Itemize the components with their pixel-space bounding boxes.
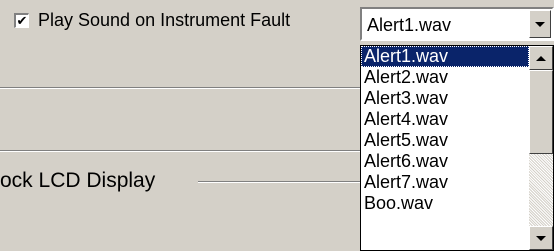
checkmark-icon: ✔ — [16, 13, 28, 28]
dropdown-option[interactable]: Alert5.wav — [361, 130, 529, 151]
scroll-up-arrow-icon — [536, 55, 546, 61]
sound-file-dropdown-list[interactable]: Alert1.wav Alert2.wav Alert3.wav Alert4.… — [360, 45, 554, 251]
separator-line — [0, 87, 360, 89]
dropdown-option[interactable]: Alert7.wav — [361, 172, 529, 193]
scrollbar-thumb[interactable] — [529, 70, 553, 154]
combobox-dropdown-button[interactable] — [529, 10, 551, 38]
scroll-up-button[interactable] — [529, 46, 553, 70]
dropdown-option[interactable]: Alert2.wav — [361, 67, 529, 88]
play-sound-checkbox[interactable]: ✔ — [14, 12, 29, 28]
dropdown-scrollbar[interactable] — [529, 46, 553, 250]
dropdown-options: Alert1.wav Alert2.wav Alert3.wav Alert4.… — [361, 46, 529, 214]
scroll-down-arrow-icon — [536, 235, 546, 241]
play-sound-checkbox-row[interactable]: ✔ Play Sound on Instrument Fault — [14, 8, 290, 32]
group-box-label: ock LCD Display — [0, 168, 160, 194]
dropdown-option[interactable]: Alert3.wav — [361, 88, 529, 109]
chevron-down-icon — [535, 21, 545, 27]
sound-file-combobox[interactable]: Alert1.wav — [360, 7, 554, 41]
dropdown-option[interactable]: Alert4.wav — [361, 109, 529, 130]
dropdown-option[interactable]: Alert6.wav — [361, 151, 529, 172]
dropdown-option[interactable]: Boo.wav — [361, 193, 529, 214]
combobox-selected-value: Alert1.wav — [367, 15, 452, 35]
scroll-down-button[interactable] — [529, 226, 553, 250]
group-box-top-line — [198, 181, 360, 183]
separator-line — [0, 150, 360, 152]
dropdown-option[interactable]: Alert1.wav — [361, 46, 529, 67]
play-sound-label[interactable]: Play Sound on Instrument Fault — [38, 10, 290, 30]
